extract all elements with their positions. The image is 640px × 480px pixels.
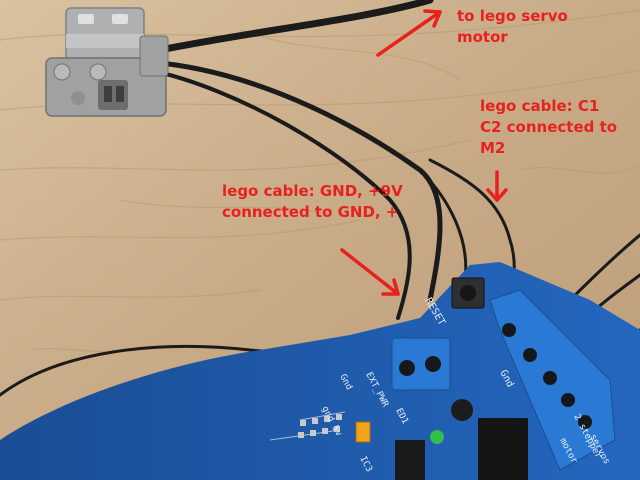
annotation-gnd: lego cable: GND, +9V connected to GND, + [222, 181, 403, 223]
green-led [430, 430, 444, 444]
ic-chip [478, 418, 528, 480]
annotation-c1c2-line1: lego cable: C1 [480, 97, 600, 115]
annotation-servo-line1: to lego servo [457, 7, 568, 25]
photo-scene: RESET EXT_PWR Gnd gnd 5v Gnd 2 stepper m… [0, 0, 640, 480]
annotation-c1c2-line3: M2 [480, 139, 506, 157]
capacitor [451, 399, 473, 421]
ext-pwr-terminal [391, 337, 451, 391]
annotation-c1c2-line2: C2 connected to [480, 118, 618, 136]
servo-header [395, 440, 425, 480]
annotation-c1c2: lego cable: C1 C2 connected to M2 [480, 96, 617, 159]
jumper [355, 421, 371, 443]
annotation-gnd-line2: connected to GND, + [222, 203, 399, 221]
annotation-gnd-line1: lego cable: GND, +9V [222, 182, 403, 200]
annotation-servo: to lego servo motor [457, 6, 568, 48]
annotation-servo-line2: motor [457, 28, 508, 46]
